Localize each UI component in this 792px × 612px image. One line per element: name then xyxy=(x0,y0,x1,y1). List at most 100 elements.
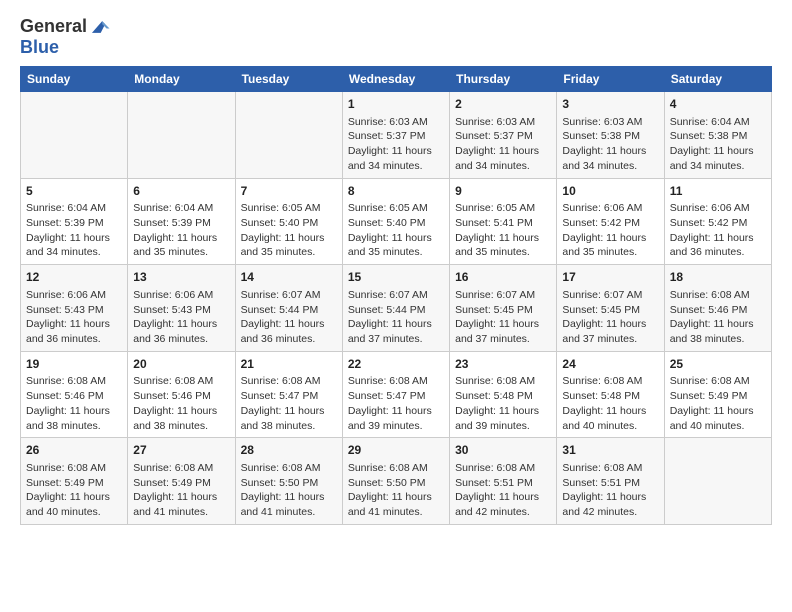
day-number: 6 xyxy=(133,183,229,200)
page-header: General Blue xyxy=(20,16,772,58)
weekday-header-wednesday: Wednesday xyxy=(342,67,449,92)
day-number: 8 xyxy=(348,183,444,200)
day-number: 29 xyxy=(348,442,444,459)
calendar-cell: 24Sunrise: 6:08 AM Sunset: 5:48 PM Dayli… xyxy=(557,351,664,438)
day-number: 27 xyxy=(133,442,229,459)
day-info: Sunrise: 6:08 AM Sunset: 5:47 PM Dayligh… xyxy=(348,374,444,433)
logo: General Blue xyxy=(20,16,111,58)
calendar-table: SundayMondayTuesdayWednesdayThursdayFrid… xyxy=(20,66,772,525)
calendar-cell: 17Sunrise: 6:07 AM Sunset: 5:45 PM Dayli… xyxy=(557,265,664,352)
calendar-cell: 19Sunrise: 6:08 AM Sunset: 5:46 PM Dayli… xyxy=(21,351,128,438)
calendar-cell: 5Sunrise: 6:04 AM Sunset: 5:39 PM Daylig… xyxy=(21,178,128,265)
calendar-cell: 2Sunrise: 6:03 AM Sunset: 5:37 PM Daylig… xyxy=(450,92,557,179)
day-info: Sunrise: 6:08 AM Sunset: 5:48 PM Dayligh… xyxy=(562,374,658,433)
calendar-cell: 22Sunrise: 6:08 AM Sunset: 5:47 PM Dayli… xyxy=(342,351,449,438)
day-number: 16 xyxy=(455,269,551,286)
week-row-1: 1 Sunrise: 6:03 AM Sunset: 5:37 PM Daylig… xyxy=(21,92,772,179)
day-info: Sunrise: 6:04 AM Sunset: 5:39 PM Dayligh… xyxy=(133,201,229,260)
logo-icon xyxy=(89,16,111,38)
day-number: 31 xyxy=(562,442,658,459)
calendar-cell: 23Sunrise: 6:08 AM Sunset: 5:48 PM Dayli… xyxy=(450,351,557,438)
day-info: Sunrise: 6:03 AM Sunset: 5:38 PM Dayligh… xyxy=(562,115,658,174)
day-info: Sunrise: 6:08 AM Sunset: 5:51 PM Dayligh… xyxy=(562,461,658,520)
day-info: Sunrise: 6:08 AM Sunset: 5:50 PM Dayligh… xyxy=(241,461,337,520)
weekday-header-monday: Monday xyxy=(128,67,235,92)
day-number: 30 xyxy=(455,442,551,459)
day-number: 9 xyxy=(455,183,551,200)
day-number: 26 xyxy=(26,442,122,459)
day-number: 22 xyxy=(348,356,444,373)
calendar-cell: 9Sunrise: 6:05 AM Sunset: 5:41 PM Daylig… xyxy=(450,178,557,265)
calendar-cell: 28 Sunrise: 6:08 AM Sunset: 5:50 PM Dayli… xyxy=(235,438,342,525)
calendar-cell xyxy=(664,438,771,525)
calendar-cell: 31 Sunrise: 6:08 AM Sunset: 5:51 PM Dayli… xyxy=(557,438,664,525)
day-info: Sunrise: 6:08 AM Sunset: 5:48 PM Dayligh… xyxy=(455,374,551,433)
logo-general: General xyxy=(20,17,87,37)
week-row-5: 26 Sunrise: 6:08 AM Sunset: 5:49 PM Dayli… xyxy=(21,438,772,525)
calendar-cell xyxy=(128,92,235,179)
day-number: 24 xyxy=(562,356,658,373)
day-info: Sunrise: 6:08 AM Sunset: 5:51 PM Dayligh… xyxy=(455,461,551,520)
day-info: Sunrise: 6:07 AM Sunset: 5:44 PM Dayligh… xyxy=(241,288,337,347)
day-number: 12 xyxy=(26,269,122,286)
calendar-cell: 12 Sunrise: 6:06 AM Sunset: 5:43 PM Dayli… xyxy=(21,265,128,352)
logo-blue: Blue xyxy=(20,37,59,57)
weekday-header-tuesday: Tuesday xyxy=(235,67,342,92)
calendar-cell: 13Sunrise: 6:06 AM Sunset: 5:43 PM Dayli… xyxy=(128,265,235,352)
day-number: 1 xyxy=(348,96,444,113)
day-info: Sunrise: 6:03 AM Sunset: 5:37 PM Dayligh… xyxy=(455,115,551,174)
day-info: Sunrise: 6:04 AM Sunset: 5:38 PM Dayligh… xyxy=(670,115,766,174)
day-info: Sunrise: 6:08 AM Sunset: 5:46 PM Dayligh… xyxy=(26,374,122,433)
day-number: 10 xyxy=(562,183,658,200)
calendar-cell: 30 Sunrise: 6:08 AM Sunset: 5:51 PM Dayli… xyxy=(450,438,557,525)
weekday-header-saturday: Saturday xyxy=(664,67,771,92)
weekday-header-row: SundayMondayTuesdayWednesdayThursdayFrid… xyxy=(21,67,772,92)
day-number: 28 xyxy=(241,442,337,459)
day-info: Sunrise: 6:05 AM Sunset: 5:40 PM Dayligh… xyxy=(241,201,337,260)
day-info: Sunrise: 6:07 AM Sunset: 5:44 PM Dayligh… xyxy=(348,288,444,347)
day-info: Sunrise: 6:08 AM Sunset: 5:46 PM Dayligh… xyxy=(670,288,766,347)
weekday-header-sunday: Sunday xyxy=(21,67,128,92)
day-number: 4 xyxy=(670,96,766,113)
weekday-header-thursday: Thursday xyxy=(450,67,557,92)
day-number: 15 xyxy=(348,269,444,286)
week-row-3: 12 Sunrise: 6:06 AM Sunset: 5:43 PM Dayli… xyxy=(21,265,772,352)
day-number: 25 xyxy=(670,356,766,373)
calendar-cell: 10Sunrise: 6:06 AM Sunset: 5:42 PM Dayli… xyxy=(557,178,664,265)
day-number: 20 xyxy=(133,356,229,373)
day-info: Sunrise: 6:06 AM Sunset: 5:42 PM Dayligh… xyxy=(562,201,658,260)
day-info: Sunrise: 6:04 AM Sunset: 5:39 PM Dayligh… xyxy=(26,201,122,260)
day-info: Sunrise: 6:05 AM Sunset: 5:40 PM Dayligh… xyxy=(348,201,444,260)
day-number: 13 xyxy=(133,269,229,286)
week-row-4: 19Sunrise: 6:08 AM Sunset: 5:46 PM Dayli… xyxy=(21,351,772,438)
day-info: Sunrise: 6:06 AM Sunset: 5:42 PM Dayligh… xyxy=(670,201,766,260)
weekday-header-friday: Friday xyxy=(557,67,664,92)
day-info: Sunrise: 6:07 AM Sunset: 5:45 PM Dayligh… xyxy=(562,288,658,347)
day-number: 3 xyxy=(562,96,658,113)
day-number: 18 xyxy=(670,269,766,286)
day-number: 21 xyxy=(241,356,337,373)
calendar-cell: 20Sunrise: 6:08 AM Sunset: 5:46 PM Dayli… xyxy=(128,351,235,438)
day-number: 14 xyxy=(241,269,337,286)
day-number: 11 xyxy=(670,183,766,200)
calendar-cell: 27Sunrise: 6:08 AM Sunset: 5:49 PM Dayli… xyxy=(128,438,235,525)
day-number: 7 xyxy=(241,183,337,200)
day-info: Sunrise: 6:06 AM Sunset: 5:43 PM Dayligh… xyxy=(26,288,122,347)
day-info: Sunrise: 6:08 AM Sunset: 5:49 PM Dayligh… xyxy=(26,461,122,520)
calendar-cell: 15 Sunrise: 6:07 AM Sunset: 5:44 PM Dayli… xyxy=(342,265,449,352)
calendar-cell: 18 Sunrise: 6:08 AM Sunset: 5:46 PM Dayli… xyxy=(664,265,771,352)
calendar-cell: 14 Sunrise: 6:07 AM Sunset: 5:44 PM Dayli… xyxy=(235,265,342,352)
day-info: Sunrise: 6:05 AM Sunset: 5:41 PM Dayligh… xyxy=(455,201,551,260)
day-info: Sunrise: 6:08 AM Sunset: 5:50 PM Dayligh… xyxy=(348,461,444,520)
calendar-cell: 21Sunrise: 6:08 AM Sunset: 5:47 PM Dayli… xyxy=(235,351,342,438)
calendar-cell: 29 Sunrise: 6:08 AM Sunset: 5:50 PM Dayli… xyxy=(342,438,449,525)
day-info: Sunrise: 6:08 AM Sunset: 5:46 PM Dayligh… xyxy=(133,374,229,433)
day-info: Sunrise: 6:08 AM Sunset: 5:47 PM Dayligh… xyxy=(241,374,337,433)
day-number: 5 xyxy=(26,183,122,200)
week-row-2: 5Sunrise: 6:04 AM Sunset: 5:39 PM Daylig… xyxy=(21,178,772,265)
day-number: 19 xyxy=(26,356,122,373)
calendar-cell: 4 Sunrise: 6:04 AM Sunset: 5:38 PM Daylig… xyxy=(664,92,771,179)
calendar-cell: 3 Sunrise: 6:03 AM Sunset: 5:38 PM Daylig… xyxy=(557,92,664,179)
day-number: 23 xyxy=(455,356,551,373)
calendar-cell xyxy=(21,92,128,179)
